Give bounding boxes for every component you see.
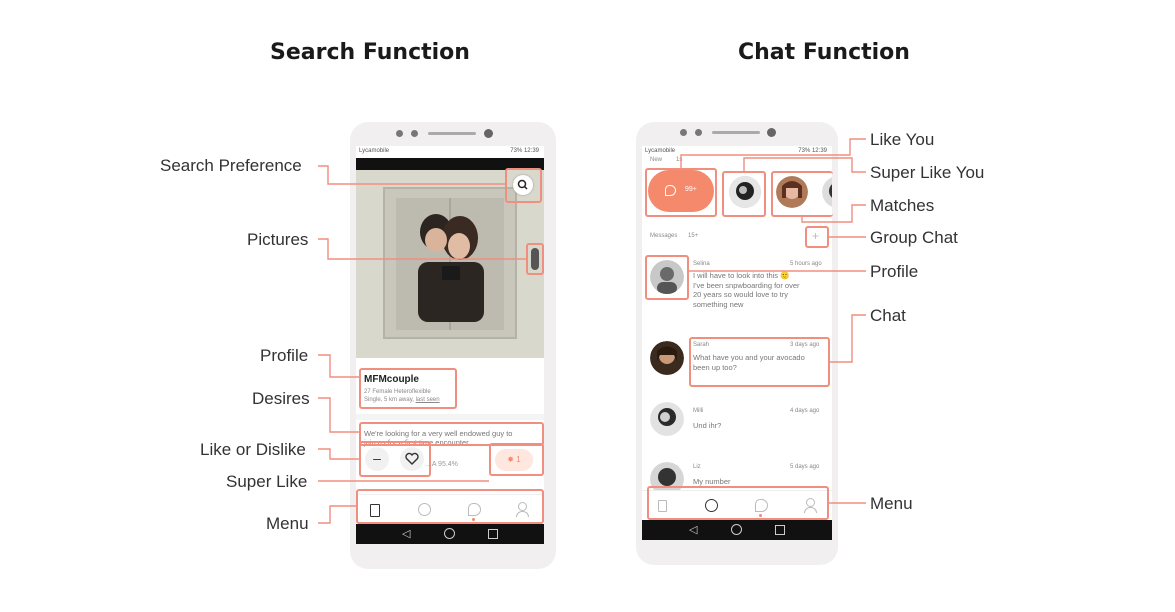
callout-search-preference: Search Preference bbox=[160, 156, 302, 175]
leader-line bbox=[318, 354, 359, 378]
callout-menu: Menu bbox=[266, 514, 309, 533]
leader-line bbox=[318, 238, 526, 260]
callout-menu-right: Menu bbox=[870, 494, 913, 513]
callout-profile: Profile bbox=[260, 346, 309, 365]
leader-line bbox=[318, 165, 505, 185]
leader-line bbox=[743, 157, 866, 173]
callout-profile-right: Profile bbox=[870, 262, 919, 281]
callout-like-you: Like You bbox=[870, 130, 935, 149]
leader-line bbox=[318, 397, 359, 433]
callout-like-dislike: Like or Dislike bbox=[200, 440, 306, 459]
leader-line bbox=[318, 505, 356, 524]
callout-super-like-you: Super Like You bbox=[870, 163, 985, 182]
callout-group-chat: Group Chat bbox=[870, 228, 958, 247]
callout-leader-lines bbox=[318, 138, 866, 524]
callout-super-like: Super Like bbox=[226, 472, 308, 491]
callout-chat: Chat bbox=[870, 306, 906, 325]
callout-desires: Desires bbox=[252, 389, 310, 408]
callout-pictures: Pictures bbox=[247, 230, 309, 249]
callout-matches: Matches bbox=[870, 196, 935, 215]
leader-line bbox=[801, 204, 866, 223]
leader-line bbox=[830, 314, 866, 363]
leader-line bbox=[318, 448, 359, 460]
leader-line bbox=[680, 138, 866, 168]
